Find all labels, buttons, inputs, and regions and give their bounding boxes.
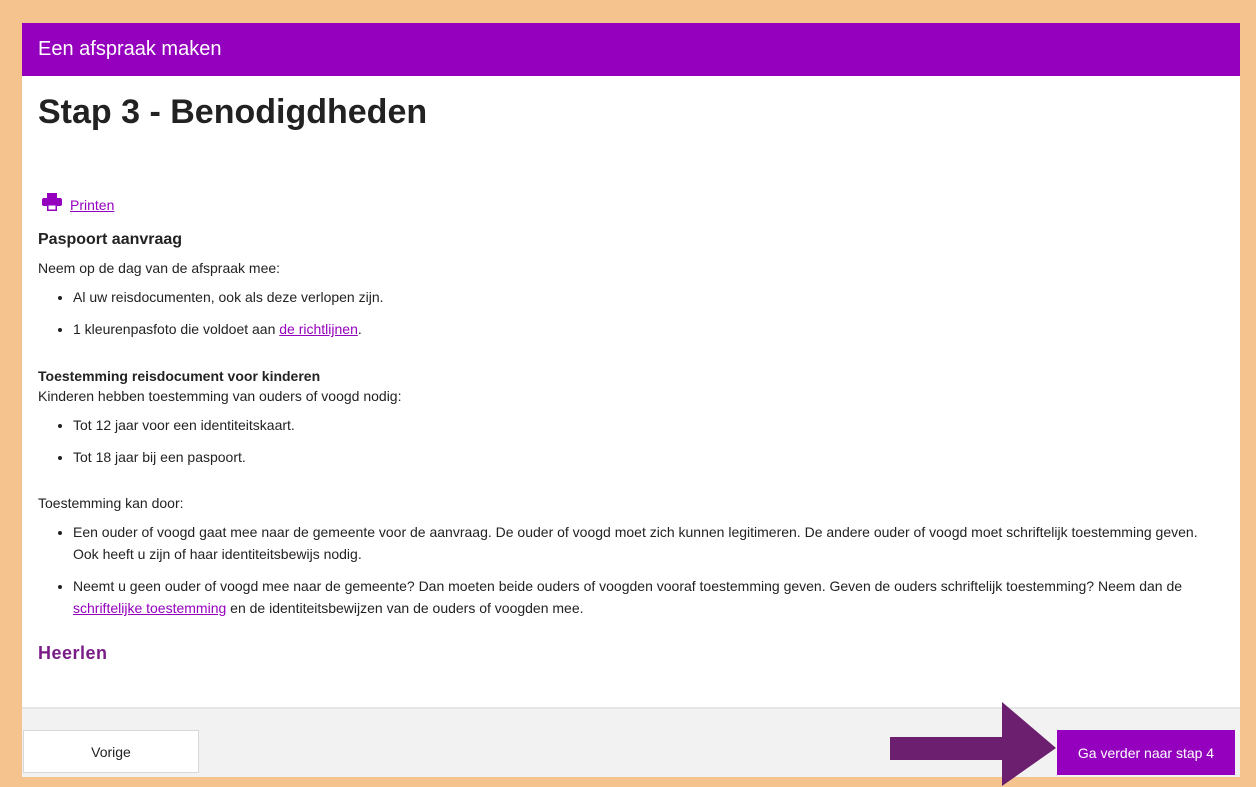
list-item: 1 kleurenpasfoto die voldoet aan de rich… (73, 318, 384, 340)
list-item: Tot 18 jaar bij een paspoort. (73, 446, 295, 468)
written-consent-link[interactable]: schriftelijke toestemming (73, 600, 226, 616)
arrow-annotation-icon (890, 702, 1056, 786)
children-list: Tot 12 jaar voor een identiteitskaart. T… (38, 414, 295, 478)
list-item-suffix: . (357, 321, 362, 337)
consent-intro: Toestemming kan door: (38, 495, 184, 511)
list-item: Al uw reisdocumenten, ook als deze verlo… (73, 286, 384, 308)
children-section-title: Toestemming reisdocument voor kinderen (38, 368, 321, 384)
page-title: Stap 3 - Benodigdheden (38, 93, 428, 131)
app-title: Een afspraak maken (38, 38, 222, 60)
previous-button[interactable]: Vorige (23, 730, 199, 773)
consent-list: Een ouder of voogd gaat mee naar de geme… (38, 521, 1226, 629)
main-content: Stap 3 - Benodigdheden Printen Paspoort … (38, 76, 1226, 663)
top-bar: Een afspraak maken (22, 23, 1240, 76)
passport-intro: Neem op de dag van de afspraak mee: (38, 260, 281, 276)
guidelines-link[interactable]: de richtlijnen (279, 321, 358, 337)
passport-list: Al uw reisdocumenten, ook als deze verlo… (38, 286, 384, 350)
list-item: Tot 12 jaar voor een identiteitskaart. (73, 414, 295, 436)
list-item-text: Neemt u geen ouder of voogd mee naar de … (73, 578, 1183, 594)
passport-section-title: Paspoort aanvraag (38, 231, 183, 248)
next-step-button[interactable]: Ga verder naar stap 4 (1057, 730, 1235, 775)
printer-icon (42, 193, 62, 216)
list-item-suffix: en de identiteitsbewijzen van de ouders … (226, 600, 584, 616)
footer-bar: Vorige Ga verder naar stap 4 (22, 707, 1240, 777)
children-intro: Kinderen hebben toestemming van ouders o… (38, 388, 402, 404)
brand-name: Heerlen (38, 643, 108, 663)
list-item: Een ouder of voogd gaat mee naar de geme… (73, 521, 1226, 565)
print-link[interactable]: Printen (70, 197, 114, 213)
appointment-frame: Een afspraak maken Stap 3 - Benodigdhede… (22, 23, 1240, 777)
list-item-text: 1 kleurenpasfoto die voldoet aan (73, 321, 280, 337)
print-control[interactable]: Printen (42, 193, 114, 216)
list-item: Neemt u geen ouder of voogd mee naar de … (73, 575, 1226, 619)
